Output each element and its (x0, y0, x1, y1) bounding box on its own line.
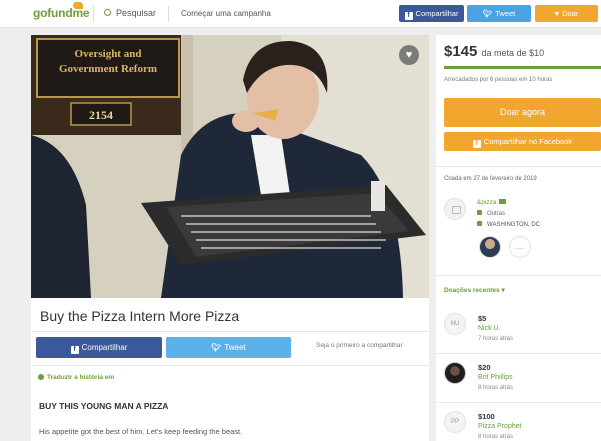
tweet-button[interactable]: 🐦︎ Tweet (166, 337, 291, 358)
chevron-down-icon: ▾ (501, 287, 505, 294)
donation-time: 8 horas atrás (478, 385, 514, 391)
nav-divider (168, 6, 169, 22)
donation-item: PP $100 Pizza Prophet 8 horas atrás (444, 411, 594, 441)
share-facebook-label: Compartilhar (415, 9, 459, 18)
campaign-title: Buy the Pizza Intern More Pizza (40, 308, 240, 324)
category-label: Outras (487, 211, 506, 217)
divider (31, 365, 429, 366)
top-nav: gofundme Pesquisar Começar uma campanha … (0, 0, 601, 28)
location-pin-icon (477, 221, 482, 226)
twitter-bird-icon: 🐦︎ (211, 343, 222, 352)
divider (436, 402, 601, 403)
translate-story-link[interactable]: Traduzir a história em (38, 374, 114, 381)
nav-divider (93, 6, 94, 22)
logo-leaf-icon (73, 2, 83, 9)
recent-donations-title: Doações recentes (444, 287, 500, 294)
donation-amount: $5 (478, 314, 487, 323)
tag-icon (477, 210, 482, 215)
divider (436, 166, 601, 167)
donate-label: Doar (562, 9, 579, 18)
donate-button[interactable]: ♥ Doar (535, 5, 598, 22)
share-facebook-label: Compartilhar (81, 343, 128, 352)
share-facebook-button[interactable]: f Compartilhar (399, 5, 464, 22)
search-link[interactable]: Pesquisar (104, 8, 156, 18)
translate-icon (38, 374, 44, 380)
favorite-heart-button[interactable]: ♥ (399, 45, 419, 65)
goal-text: da meta de $10 (481, 48, 545, 58)
donation-item: $20 Brit Phillips 8 horas atrás (444, 362, 594, 402)
donor-name: Brit Phillips (478, 374, 513, 381)
story-body: His appetite got the best of him. Let's … (39, 427, 243, 436)
tweet-button[interactable]: 🐦︎ Tweet (467, 5, 531, 22)
story-heading: BUY THIS YOUNG MAN A PIZZA (39, 401, 169, 411)
search-label: Pesquisar (116, 8, 157, 18)
photo-room-number: 2154 (89, 108, 113, 122)
heart-icon: ♥ (554, 9, 560, 18)
donation-amount: $20 (478, 363, 491, 372)
recent-donations-toggle[interactable]: Doações recentes ▾ (444, 286, 505, 294)
organizer-name: &pizza (477, 199, 497, 206)
facebook-icon: f (404, 12, 413, 20)
start-campaign-link[interactable]: Começar uma campanha (181, 9, 271, 18)
be-first-to-share-text: Seja o primeiro a compartilhar (316, 342, 403, 349)
donation-sidebar: $145 da meta de $10 Arrecadados por 6 pe… (436, 35, 601, 441)
translate-label: Traduzir a história em (47, 374, 115, 381)
organizer-avatar[interactable] (444, 198, 466, 220)
campaign-photo-illustration: Oversight and Government Reform 2154 (31, 35, 429, 298)
share-facebook-button[interactable]: f Compartilhar (36, 337, 162, 358)
divider (436, 353, 601, 354)
tweet-label: Tweet (495, 9, 516, 18)
donation-item: NU $5 Nick U. 7 horas atrás (444, 313, 594, 353)
organizer-category: Outras (477, 210, 505, 217)
donor-name: Nick U. (478, 325, 501, 332)
facebook-icon: f (70, 346, 79, 354)
donor-avatar: NU (444, 313, 466, 335)
amount-raised: $145 da meta de $10 (444, 43, 544, 60)
created-date: Criada em 27 de fevereiro de 2019 (444, 176, 537, 182)
donation-time: 8 horas atrás (478, 434, 514, 440)
envelope-icon (498, 199, 506, 204)
tweet-label: Tweet (224, 343, 246, 352)
donation-amount: $100 (478, 412, 495, 421)
photo-sign-line1: Oversight and (75, 48, 142, 60)
divider (31, 331, 429, 332)
donor-avatar (444, 362, 466, 384)
photo-sign-line2: Government Reform (59, 63, 157, 75)
team-member-avatar[interactable] (479, 236, 501, 258)
raised-summary: Arrecadados por 6 pessoas em 10 horas (444, 77, 553, 83)
organizer-location: WASHINGTON, DC (477, 221, 540, 228)
raised-amount: $145 (444, 43, 478, 60)
twitter-bird-icon: 🐦︎ (482, 9, 493, 18)
organizer-name-link[interactable]: &pizza (477, 199, 506, 206)
donate-now-button[interactable]: Doar agora (444, 98, 601, 127)
location-label: WASHINGTON, DC (487, 222, 541, 228)
campaign-photo: Oversight and Government Reform 2154 ♥ (31, 35, 429, 298)
donation-time: 7 horas atrás (478, 336, 514, 342)
campaign-card: Oversight and Government Reform 2154 ♥ B… (31, 35, 429, 441)
progress-bar-fill (444, 66, 601, 69)
donor-name: Pizza Prophet (478, 423, 522, 430)
more-team-button[interactable]: ... (509, 236, 531, 258)
donor-avatar: PP (444, 411, 466, 433)
progress-bar (444, 66, 601, 69)
heart-icon: ♥ (405, 49, 413, 61)
search-icon (104, 9, 111, 16)
facebook-icon: f (472, 140, 481, 148)
share-on-facebook-button[interactable]: f Compartilhar no Facebook (444, 132, 601, 151)
share-on-facebook-label: Compartilhar no Facebook (483, 137, 573, 146)
divider (436, 275, 601, 276)
